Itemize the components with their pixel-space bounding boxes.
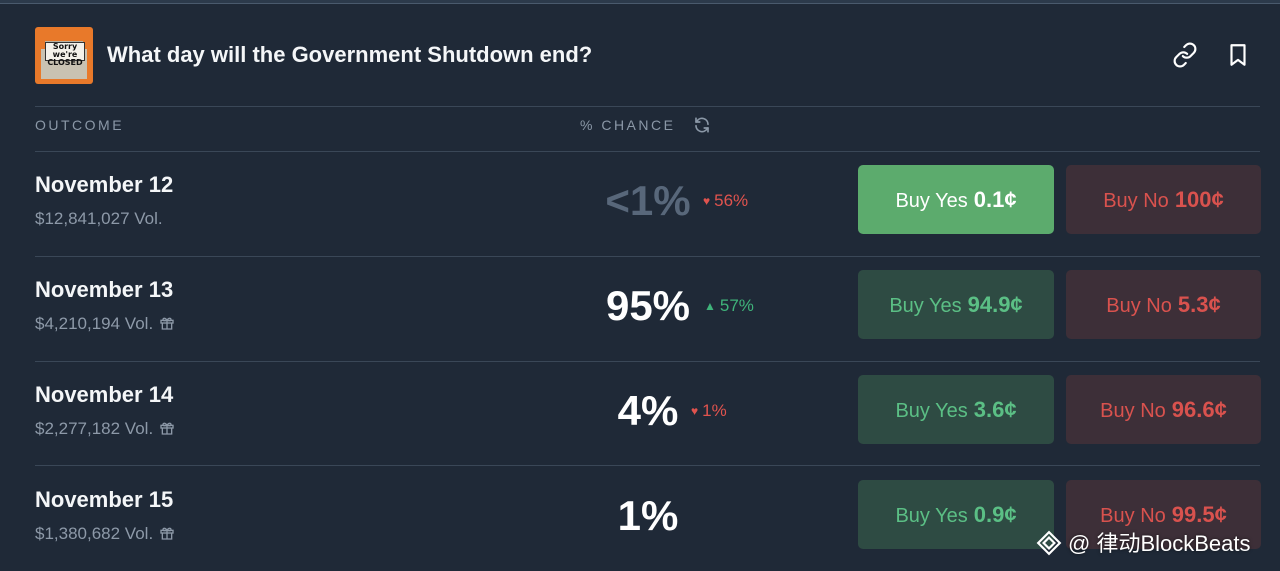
outcome-volume: $2,277,182 Vol. [35,419,175,439]
outcome-volume: $4,210,194 Vol. [35,314,175,334]
outcome-volume: $1,380,682 Vol. [35,524,175,544]
outcome-row[interactable]: November 14 $2,277,182 Vol. 4% ♥ 1% Buy Y… [35,362,1261,466]
outcome-date: November 12 [35,172,174,197]
outcome-row[interactable]: November 13 $4,210,194 Vol. 95% ▲ 57% Buy… [35,257,1261,361]
gift-icon [160,527,174,540]
bookmark-icon[interactable] [1225,42,1251,68]
gift-icon [160,317,174,330]
chance-value: 1% [617,492,679,539]
closed-sign: Sorry we're CLOSED [45,42,85,67]
market-title: What day will the Government Shutdown en… [107,42,593,67]
chance-change: ♥ 56% [703,191,749,210]
buy-no-button[interactable]: Buy No 5.3¢ [1066,270,1261,339]
outcome-column-header: OUTCOME [35,117,125,133]
row-divider [35,465,1260,466]
buy-yes-button[interactable]: Buy Yes 0.1¢ [858,165,1054,234]
outcome-volume: $12,841,027 Vol. [35,209,163,228]
buy-no-button[interactable]: Buy No 100¢ [1066,165,1261,234]
buy-no-button[interactable]: Buy No 96.6¢ [1066,375,1261,444]
outcome-row[interactable]: November 12 $12,841,027 Vol. <1% ♥ 56% Bu… [35,152,1261,256]
market-header: Sorry we're CLOSED What day will the Gov… [35,27,1260,85]
buy-yes-button[interactable]: Buy Yes 94.9¢ [858,270,1054,339]
refresh-icon[interactable] [693,116,711,134]
arrow-down-icon: ♥ [691,404,699,418]
outcome-date: November 15 [35,487,174,512]
chance-change: ♥ 1% [691,401,727,420]
buy-yes-button[interactable]: Buy Yes 3.6¢ [858,375,1054,444]
buy-yes-button[interactable]: Buy Yes 0.9¢ [858,480,1054,549]
arrow-down-icon: ♥ [703,194,711,208]
market-thumbnail: Sorry we're CLOSED [35,27,93,84]
arrow-up-icon: ▲ [704,299,716,313]
outcome-date: November 14 [35,382,174,407]
chance-change: ▲ 57% [704,296,754,315]
watermark: @ 律动BlockBeats [1036,526,1251,558]
blockbeats-logo-icon [1036,530,1062,556]
link-icon[interactable] [1172,42,1198,68]
chance-value: 95% [605,282,691,329]
chance-column-header: % CHANCE [580,117,676,133]
header-divider [35,106,1260,107]
gift-icon [160,422,174,435]
outcome-date: November 13 [35,277,174,302]
chance-value: <1% [605,177,691,224]
top-border [0,0,1280,4]
